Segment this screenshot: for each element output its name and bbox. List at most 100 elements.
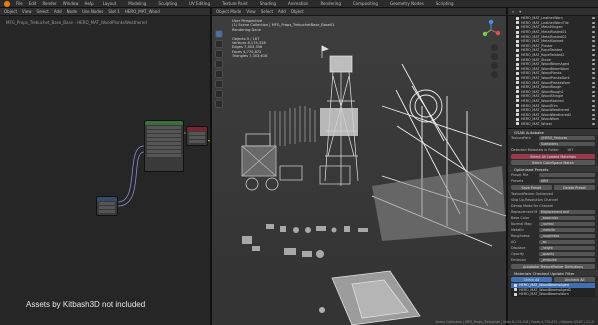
channel-suffix-field[interactable]: _roughness [539, 233, 595, 239]
presets-dropdown[interactable]: ARM [539, 178, 595, 184]
delete-preset-button[interactable]: Delete Preset [554, 185, 595, 190]
principled-bsdf-node[interactable] [144, 120, 184, 172]
texture-path-field[interactable]: //HERO_Textures [539, 135, 595, 141]
save-preset-button[interactable]: Save Preset [511, 185, 552, 190]
tab-uv-editing[interactable]: UV Editing [186, 1, 213, 6]
node-header-node[interactable]: Node [67, 9, 77, 14]
node-socket-row[interactable] [189, 140, 205, 143]
outliner-item[interactable]: HERO_MAT_MetalHinged [508, 25, 598, 30]
preset-file-field[interactable] [539, 172, 595, 178]
outliner-item[interactable]: HERO_MAT_MetalRusted02 [508, 34, 598, 39]
outliner-item[interactable]: HERO_MAT_LeatherWornTile [508, 21, 598, 26]
option-checkbox-label[interactable]: Skip Up-Resolution Channel [511, 198, 558, 202]
visibility-eye-icon[interactable] [592, 17, 595, 20]
visibility-eye-icon[interactable] [592, 109, 595, 112]
node-header-object[interactable]: Object [4, 9, 17, 14]
gizmo-y-icon[interactable] [482, 31, 488, 37]
visibility-eye-icon[interactable] [592, 54, 595, 57]
node-socket-row[interactable] [99, 210, 115, 213]
tab-layout[interactable]: Layout [100, 1, 120, 6]
visibility-eye-icon[interactable] [592, 81, 595, 84]
node-socket-row[interactable] [147, 146, 181, 149]
menu-window[interactable]: Window [63, 1, 79, 6]
visibility-eye-icon[interactable] [592, 113, 595, 116]
visibility-eye-icon[interactable] [592, 99, 595, 102]
checkbox-icon[interactable] [514, 283, 517, 287]
tab-shading[interactable]: Shading [257, 1, 279, 6]
tab-sculpting[interactable]: Sculpting [155, 1, 180, 6]
node-socket-row[interactable] [147, 126, 181, 129]
visibility-eye-icon[interactable] [592, 40, 595, 43]
checked-material-item[interactable]: HERO_MAT_WoodBeamsAged [511, 283, 595, 288]
outliner-item[interactable]: HERO_MAT_WoodPlanks [508, 71, 598, 76]
apply-definitions-button[interactable]: Autobake TexturePacker Definitions [511, 264, 595, 269]
outliner-filter-icon[interactable]: ▾ [519, 9, 521, 14]
visibility-eye-icon[interactable] [592, 122, 595, 125]
viewport-menu-select[interactable]: Select [261, 9, 273, 14]
transform-tool-icon[interactable] [215, 80, 223, 88]
select-box-tool-icon[interactable] [215, 30, 223, 38]
check-all-button[interactable]: Check All [511, 277, 552, 282]
visibility-eye-icon[interactable] [592, 118, 595, 121]
outliner-item[interactable]: HERO_MAT_WoodShingle [508, 94, 598, 99]
object-mode-dropdown[interactable]: Object Mode [216, 9, 241, 14]
move-tool-icon[interactable] [215, 50, 223, 58]
camera-icon[interactable] [491, 62, 498, 69]
outliner-item[interactable]: HERO_MAT_Wheel [508, 122, 598, 127]
gizmo-z-icon[interactable] [488, 19, 494, 25]
tab-scripting[interactable]: Scripting [433, 1, 457, 6]
outliner-item[interactable]: HERO_MAT_WoodRough [508, 85, 598, 90]
visibility-eye-icon[interactable] [592, 49, 595, 52]
outliner-item[interactable]: HERO_MAT_RopeTwisted [508, 48, 598, 53]
outliner-item[interactable]: HERO_MAT_WoodRough2 [508, 90, 598, 95]
menu-edit[interactable]: Edit [29, 1, 37, 6]
node-socket-row[interactable] [147, 130, 181, 133]
measure-tool-icon[interactable] [215, 100, 223, 108]
batch-colorspace-button[interactable]: Batch ColorSpace Match [511, 160, 595, 165]
outliner-item[interactable]: HERO_MAT_Plaster [508, 44, 598, 49]
rotate-tool-icon[interactable] [215, 60, 223, 68]
outliner-item[interactable]: HERO_MAT_WoodWorn [508, 117, 598, 122]
menu-file[interactable]: File [16, 1, 23, 6]
use-nodes-toggle[interactable]: Use Nodes [82, 9, 103, 14]
channel-suffix-field[interactable]: _height [539, 245, 595, 251]
outliner-item[interactable]: HERO_MAT_Stone [508, 57, 598, 62]
channel-suffix-field[interactable]: _normal [539, 221, 595, 227]
option-checkbox-label[interactable]: TexturePacker Optimized [511, 192, 553, 196]
cursor-tool-icon[interactable] [215, 40, 223, 48]
pan-hand-icon[interactable] [491, 53, 498, 60]
visibility-eye-icon[interactable] [592, 44, 595, 47]
node-socket-row[interactable] [189, 132, 205, 135]
texture-coordinate-node[interactable] [96, 196, 118, 216]
node-socket-row[interactable] [99, 206, 115, 209]
visibility-eye-icon[interactable] [592, 95, 595, 98]
visibility-eye-icon[interactable] [592, 86, 595, 89]
channel-suffix-field[interactable]: _emissive [539, 257, 595, 263]
node-socket-row[interactable] [147, 142, 181, 145]
tab-geometry-nodes[interactable]: Geometry Nodes [387, 1, 427, 6]
viewport-menu-add[interactable]: Add [278, 9, 286, 14]
node-header-view[interactable]: View [22, 9, 32, 14]
visibility-eye-icon[interactable] [592, 63, 595, 66]
addon-properties-panel[interactable]: GSAB Autobake TexturePath //HERO_Texture… [508, 128, 598, 325]
checkbox-icon[interactable] [514, 288, 517, 292]
node-socket-row[interactable] [147, 150, 181, 153]
option-checkbox-label[interactable]: Dimap Mode for Channel [511, 204, 553, 208]
visibility-eye-icon[interactable] [592, 21, 595, 24]
channel-suffix-field[interactable]: _ao [539, 239, 595, 245]
select-all-materials-button[interactable]: Select All Loaded Materials [511, 154, 595, 159]
visibility-eye-icon[interactable] [592, 72, 595, 75]
checked-material-item[interactable]: HERO_MAT_WoodBeamsWorn [511, 292, 595, 297]
node-socket-row[interactable] [147, 154, 181, 157]
node-socket-row[interactable] [189, 136, 205, 139]
visibility-eye-icon[interactable] [592, 26, 595, 29]
outliner-item[interactable]: HERO_MAT_WoodPlanksWorn [508, 80, 598, 85]
outliner-item[interactable]: HERO_MAT_WoodWeathered [508, 108, 598, 113]
tab-rendering[interactable]: Rendering [317, 1, 343, 6]
visibility-eye-icon[interactable] [592, 67, 595, 70]
visibility-eye-icon[interactable] [592, 104, 595, 107]
replacement-mode-dropdown[interactable]: Replacement and [539, 209, 595, 215]
node-socket-row[interactable] [147, 134, 181, 137]
outliner-item[interactable]: HERO_MAT_WoodStained [508, 99, 598, 104]
outliner-panel[interactable]: HERO_MAT_LeatherWorn HERO_MAT_LeatherWorn… [508, 16, 598, 128]
